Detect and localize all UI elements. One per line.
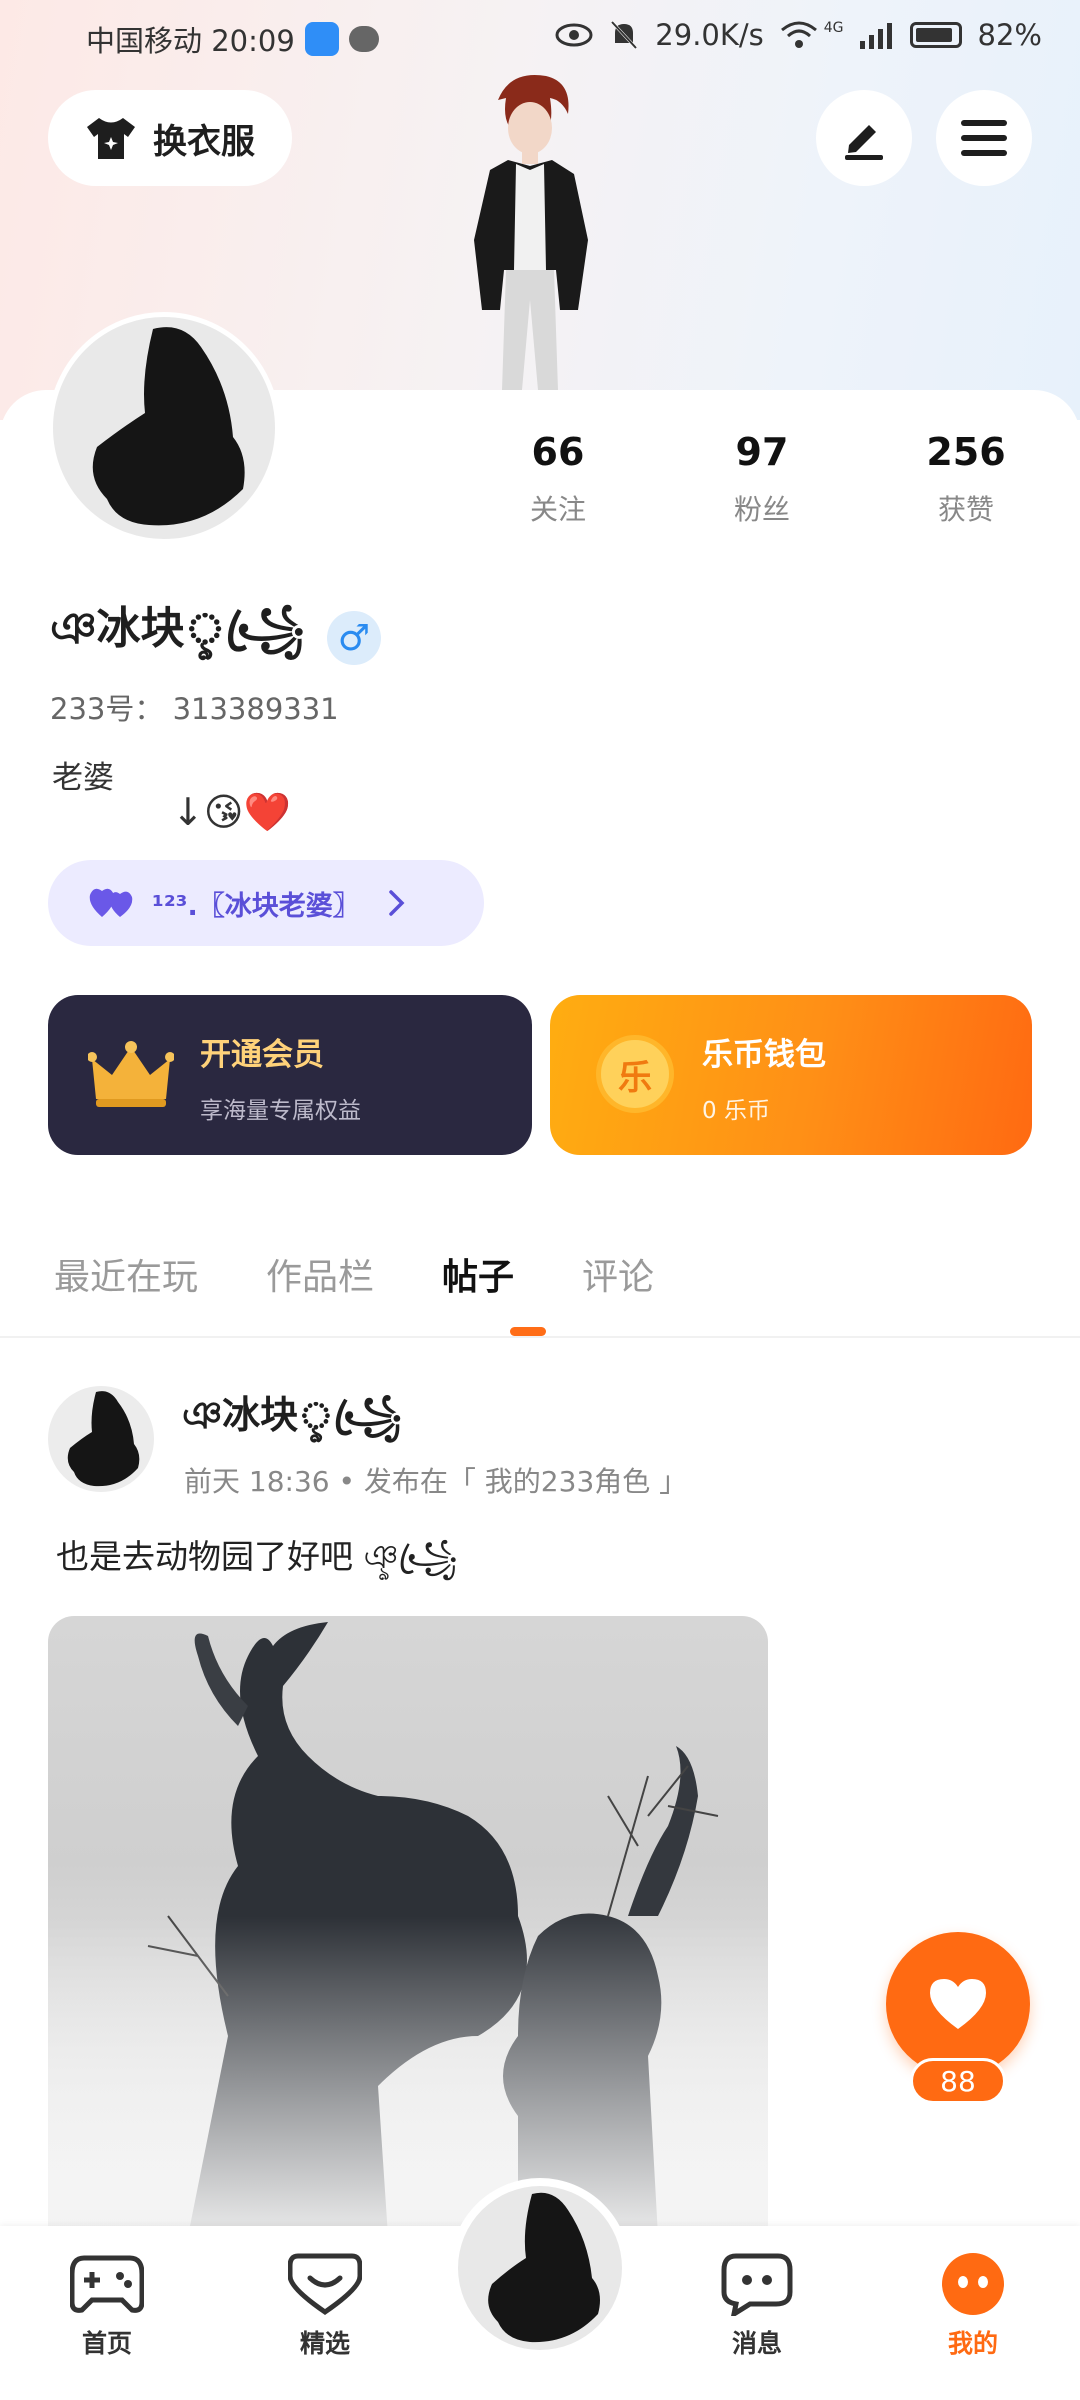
bio-line-1: 老婆 <box>52 760 114 796</box>
heart-icon <box>930 1979 986 2029</box>
tab-recently-played[interactable]: 最近在玩 <box>54 1248 198 1300</box>
like-button[interactable] <box>886 1932 1030 2076</box>
change-outfit-button[interactable]: 换衣服 <box>48 90 292 186</box>
wallet-title: 乐币钱包 <box>702 1037 826 1073</box>
following-count: 66 <box>531 430 585 474</box>
male-gender-icon: ♂ <box>326 611 381 665</box>
profile-name: ঞ冰块ৢ꧁ꦿ <box>50 603 305 654</box>
network-type: 4G <box>823 20 844 36</box>
double-heart-icon <box>89 888 133 917</box>
nav-messages-label: 消息 <box>731 2329 782 2358</box>
profile-name-row: ঞ冰块ৢ꧁ꦿ ♂ <box>50 592 381 684</box>
network-speed: 29.0K/s <box>655 18 764 52</box>
nav-me-label: 我的 <box>947 2329 998 2358</box>
nav-messages[interactable]: 消息 <box>692 2252 822 2360</box>
followers-count: 97 <box>735 430 789 474</box>
profile-avatar[interactable] <box>48 312 280 544</box>
menu-icon <box>961 120 1007 156</box>
weather-app-icon <box>304 22 339 56</box>
shirt-icon <box>87 118 135 159</box>
family-tag-label: ¹²³.〖冰块老婆〗 <box>152 890 360 922</box>
likes-label: 获赞 <box>937 493 994 526</box>
divider <box>0 1336 1080 1338</box>
chat-icon <box>721 2253 793 2316</box>
vip-subtitle: 享海量专属权益 <box>200 1098 361 1124</box>
followers-stat[interactable]: 97 粉丝 <box>682 430 842 528</box>
vip-membership-card[interactable]: 开通会员 享海量专属权益 <box>48 995 532 1155</box>
character-avatar-image <box>474 75 588 390</box>
likes-stat[interactable]: 256 获赞 <box>886 430 1046 528</box>
tab-works[interactable]: 作品栏 <box>266 1248 374 1300</box>
following-stat[interactable]: 66 关注 <box>478 430 638 528</box>
likes-count: 256 <box>926 430 1006 474</box>
crown-icon <box>88 1041 174 1107</box>
family-tag-button[interactable]: ¹²³.〖冰块老婆〗 <box>48 860 484 946</box>
wifi-icon <box>780 21 817 48</box>
bio-line-2: ↓😘❤️ <box>172 790 291 834</box>
battery-level: 82% <box>977 18 1042 52</box>
post-text: 也是去动物园了好吧 ঞৢ꧁ꦿ <box>56 1537 458 1576</box>
nav-featured-label: 精选 <box>299 2329 350 2358</box>
post-author-name[interactable]: ঞ冰块ৢ꧁ꦿ <box>182 1384 402 1463</box>
active-tab-indicator <box>510 1327 546 1336</box>
heart-outline-icon <box>288 2253 362 2316</box>
nav-home-label: 首页 <box>81 2329 132 2358</box>
wallet-balance: 0 乐币 <box>702 1098 770 1124</box>
status-bar: 中国移动 20:09 29.0K/s 4G 82% <box>0 0 1080 72</box>
nav-featured[interactable]: 精选 <box>260 2252 390 2360</box>
coin-icon: 乐 <box>596 1035 674 1113</box>
post-image[interactable] <box>48 1616 768 2236</box>
avatar-silhouette-image <box>488 2192 600 2343</box>
nav-avatar <box>458 2186 622 2350</box>
followers-label: 粉丝 <box>733 493 790 526</box>
nav-home[interactable]: 首页 <box>42 2252 172 2360</box>
change-outfit-label: 换衣服 <box>153 121 255 162</box>
nav-avatar-button[interactable] <box>450 2178 630 2358</box>
gamepad-icon <box>70 2255 144 2313</box>
user-id: 233号： 313389331 <box>50 692 339 726</box>
post-author-avatar[interactable] <box>48 1386 154 1492</box>
following-label: 关注 <box>529 493 586 526</box>
profile-tabs: 最近在玩 作品栏 帖子 评论 <box>54 1248 722 1300</box>
menu-button[interactable] <box>936 90 1032 186</box>
edit-icon <box>845 125 883 160</box>
like-count: 88 <box>910 2058 1006 2104</box>
post-meta: 前天 18:36 • 发布在「 我的233角色 」 <box>184 1465 688 1498</box>
me-icon <box>942 2253 1004 2315</box>
wallet-card[interactable]: 乐 乐币钱包 0 乐币 <box>550 995 1032 1155</box>
avatar-silhouette-image <box>67 1391 140 1487</box>
vip-title: 开通会员 <box>200 1037 324 1073</box>
nav-me[interactable]: 我的 <box>908 2252 1038 2360</box>
carrier-time: 中国移动 20:09 <box>86 24 295 58</box>
eye-icon <box>555 23 593 47</box>
chevron-right-icon <box>388 890 405 916</box>
edit-profile-button[interactable] <box>816 90 912 186</box>
tab-comments[interactable]: 评论 <box>582 1248 654 1300</box>
tab-posts[interactable]: 帖子 <box>442 1248 514 1300</box>
message-notification-icon <box>348 26 379 52</box>
elephant-statues-image <box>48 1622 768 2236</box>
mute-bell-icon <box>611 20 638 50</box>
battery-icon <box>909 22 962 48</box>
signal-icon <box>859 23 892 49</box>
avatar-silhouette-image <box>92 327 245 526</box>
